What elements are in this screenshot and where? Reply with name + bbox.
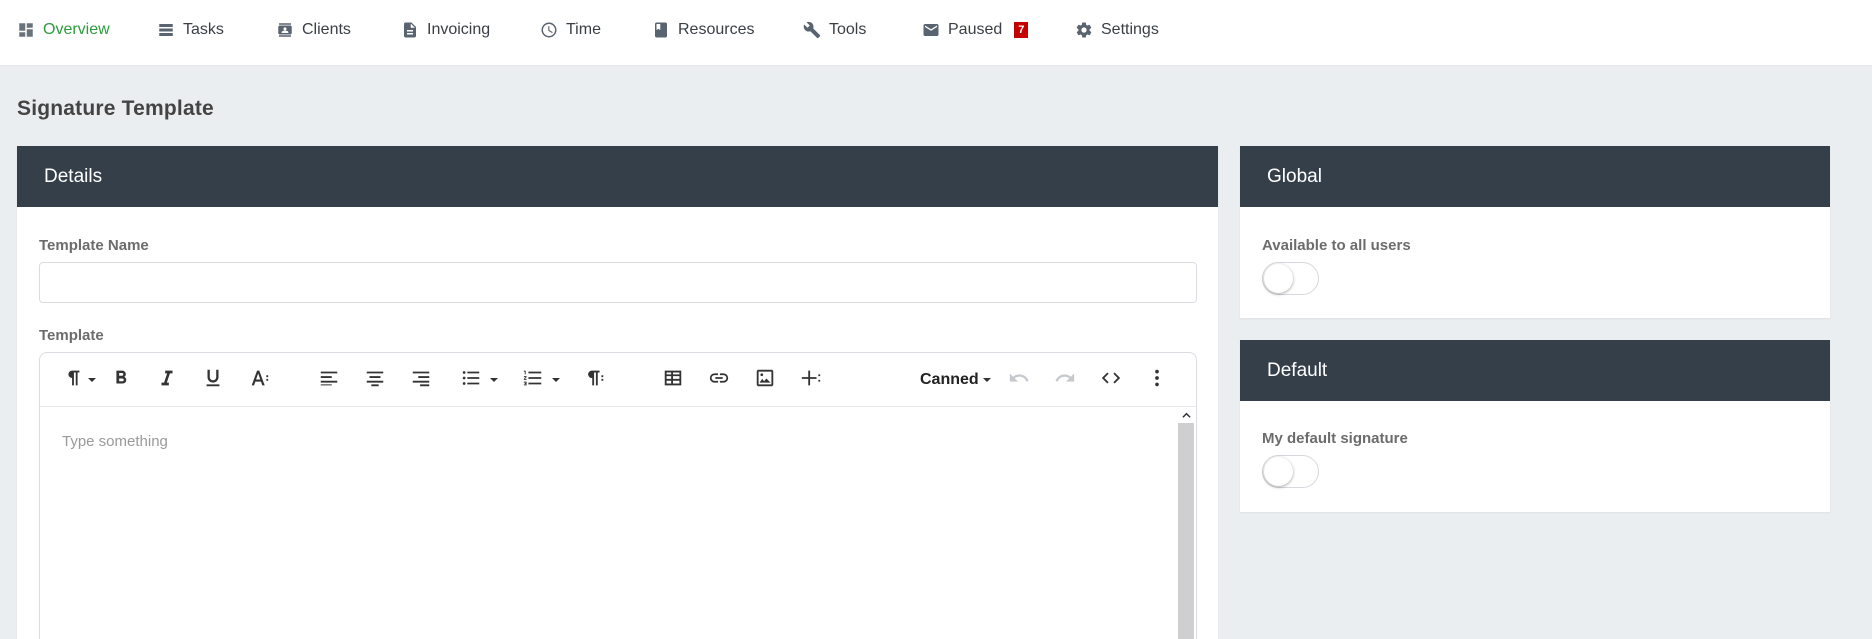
italic-icon: [156, 367, 178, 394]
my-default-signature-label: My default signature: [1262, 430, 1408, 447]
align-center-icon: [364, 367, 386, 394]
table-icon: [662, 367, 684, 394]
link-icon: [708, 367, 730, 394]
insert-more-button[interactable]: [798, 365, 824, 395]
available-to-all-users-toggle[interactable]: [1262, 262, 1319, 295]
undo-button[interactable]: [1006, 365, 1032, 395]
mail-icon: [922, 21, 940, 39]
nav-label-tasks: Tasks: [183, 21, 224, 38]
align-center-button[interactable]: [362, 365, 388, 395]
underline-button[interactable]: [200, 365, 226, 395]
tasks-icon: [157, 21, 175, 39]
nav-label-resources: Resources: [678, 21, 755, 38]
more-vertical-icon: [1146, 367, 1168, 394]
nav-item-tools[interactable]: Tools: [803, 18, 866, 42]
editor-scrollbar[interactable]: [1178, 407, 1194, 639]
redo-button[interactable]: [1052, 365, 1078, 395]
my-default-signature-toggle[interactable]: [1262, 455, 1319, 488]
unordered-list-button[interactable]: [460, 365, 498, 395]
nav-label-time: Time: [566, 21, 601, 38]
paragraph-format-button[interactable]: [62, 365, 96, 395]
code-view-icon: [1100, 367, 1122, 394]
more-options-button[interactable]: [1144, 365, 1170, 395]
insert-more-icon: [800, 367, 822, 394]
nav-label-tools: Tools: [829, 21, 867, 38]
nav-item-clients[interactable]: Clients: [276, 18, 351, 42]
wrench-icon: [803, 21, 821, 39]
nav-label-invoicing: Invoicing: [427, 21, 491, 38]
paragraph-format-icon: [62, 367, 84, 394]
font-size-icon: [248, 367, 270, 394]
ordered-list-button[interactable]: [522, 365, 560, 395]
undo-icon: [1008, 367, 1030, 394]
redo-icon: [1054, 367, 1076, 394]
top-navigation: Overview Tasks Clients Invoicing Time Re…: [0, 0, 1872, 66]
nav-item-invoicing[interactable]: Invoicing: [401, 18, 490, 42]
template-name-label: Template Name: [39, 237, 149, 254]
ordered-list-icon: [522, 367, 544, 394]
contact-card-icon: [276, 21, 294, 39]
canned-dropdown[interactable]: Canned: [920, 365, 991, 395]
scroll-up-arrow-icon[interactable]: [1178, 407, 1194, 423]
default-card-header: Default: [1240, 340, 1830, 401]
align-left-icon: [318, 367, 340, 394]
template-name-input[interactable]: [39, 262, 1197, 303]
global-card-header: Global: [1240, 146, 1830, 207]
clock-icon: [540, 21, 558, 39]
book-icon: [652, 21, 670, 39]
insert-table-button[interactable]: [660, 365, 686, 395]
nav-item-resources[interactable]: Resources: [652, 18, 754, 42]
italic-button[interactable]: [154, 365, 180, 395]
align-left-button[interactable]: [316, 365, 342, 395]
template-label: Template: [39, 327, 104, 344]
paragraph-style-icon: [584, 367, 606, 394]
toggle-knob: [1264, 457, 1293, 486]
insert-image-button[interactable]: [752, 365, 778, 395]
details-card-header: Details: [17, 146, 1218, 207]
editor-placeholder: Type something: [62, 433, 168, 450]
available-to-all-users-label: Available to all users: [1262, 237, 1411, 254]
code-view-button[interactable]: [1098, 365, 1124, 395]
paused-count-badge: 7: [1014, 22, 1029, 38]
underline-icon: [202, 367, 224, 394]
toggle-knob: [1264, 264, 1293, 293]
document-icon: [401, 21, 419, 39]
nav-item-paused[interactable]: Paused 7: [922, 18, 1029, 42]
page-title: Signature Template: [17, 97, 214, 120]
default-card: Default: [1240, 340, 1830, 512]
nav-item-tasks[interactable]: Tasks: [157, 18, 224, 42]
rich-text-editor[interactable]: Canned Type something: [39, 352, 1197, 639]
align-right-icon: [410, 367, 432, 394]
global-card: Global: [1240, 146, 1830, 318]
canned-label: Canned: [920, 371, 979, 388]
image-icon: [754, 367, 776, 394]
paragraph-style-button[interactable]: [582, 365, 608, 395]
nav-label-settings: Settings: [1101, 21, 1159, 38]
nav-item-overview[interactable]: Overview: [17, 18, 110, 42]
dashboard-icon: [17, 21, 35, 39]
unordered-list-icon: [460, 367, 482, 394]
nav-item-time[interactable]: Time: [540, 18, 601, 42]
nav-label-paused: Paused: [948, 21, 1003, 38]
nav-label-overview: Overview: [43, 21, 110, 38]
font-size-button[interactable]: [246, 365, 272, 395]
align-right-button[interactable]: [408, 365, 434, 395]
nav-item-settings[interactable]: Settings: [1075, 18, 1159, 42]
bold-button[interactable]: [108, 365, 134, 395]
editor-toolbar: Canned: [40, 353, 1196, 407]
gear-icon: [1075, 21, 1093, 39]
insert-link-button[interactable]: [706, 365, 732, 395]
nav-label-clients: Clients: [302, 21, 351, 38]
bold-icon: [110, 367, 132, 394]
